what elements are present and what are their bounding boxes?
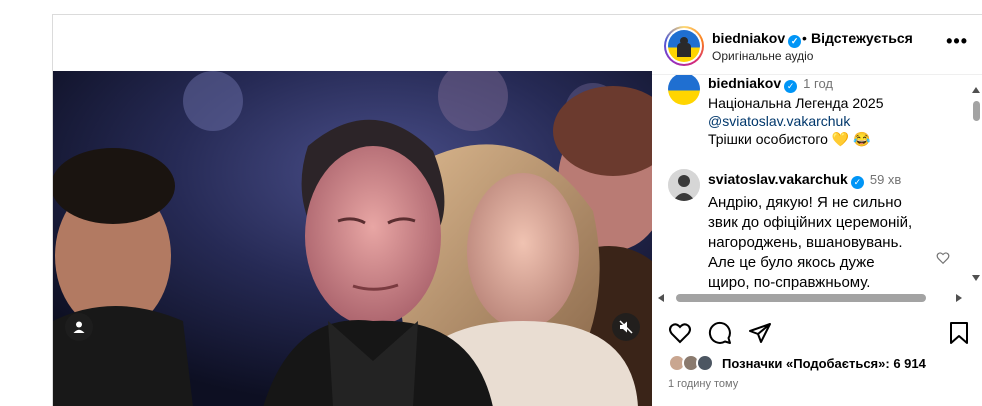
comment-avatar[interactable] [668, 169, 700, 201]
audio-link[interactable]: Оригінальне аудіо [712, 49, 813, 63]
like-icon[interactable] [668, 321, 692, 345]
vertical-scrollbar[interactable] [970, 75, 982, 293]
comment-text-line: нагороджень, вшановувань. [708, 234, 903, 251]
comment-username[interactable]: biedniakov [708, 75, 781, 91]
post-media[interactable] [52, 14, 652, 406]
author-username[interactable]: biedniakov ✓ [712, 30, 802, 48]
media-letterbox [53, 15, 652, 71]
comment-text-line: Національна Легенда 2025 [708, 95, 884, 111]
post-photo[interactable] [53, 71, 652, 406]
post-actions [652, 317, 982, 353]
mute-button[interactable] [612, 313, 640, 341]
comment-username[interactable]: sviatoslav.vakarchuk [708, 171, 848, 187]
comment-avatar[interactable] [668, 75, 700, 105]
vertical-scroll-thumb[interactable] [973, 101, 980, 121]
comment-text-line: Але це було якось дуже [708, 254, 875, 271]
horizontal-scroll-thumb[interactable] [676, 294, 926, 302]
author-avatar[interactable] [664, 26, 704, 66]
comment-icon[interactable] [708, 321, 732, 345]
verified-icon: ✓ [784, 80, 798, 93]
avatar-photo [668, 169, 700, 201]
more-options-icon[interactable]: ••• [946, 31, 968, 52]
comments-list[interactable]: biedniakov ✓ 1 год Національна Легенда 202… [652, 75, 970, 293]
comment-text-line: щиро, по-справжньому. [708, 274, 871, 291]
save-bookmark-icon[interactable] [948, 321, 970, 345]
tagged-users-button[interactable] [65, 313, 93, 341]
verified-icon: ✓ [850, 176, 864, 189]
comment-text-line: Трішки особистого 💛 😂 [708, 131, 871, 147]
photo-scene [53, 71, 652, 406]
share-icon[interactable] [748, 321, 772, 345]
comment-like-icon[interactable] [936, 251, 950, 265]
comment-text-line: Андрію, дякую! Я не сильно [708, 194, 902, 211]
reply-comment: sviatoslav.vakarchuk ✓ 59 хв Андрію, дякую… [708, 171, 912, 291]
post-sidebar: biedniakov ✓ • Відстежується Оригінальне … [652, 14, 982, 406]
likes-row[interactable]: Позначки «Подобається»: 6 914 [668, 354, 978, 376]
person-icon [73, 321, 85, 333]
comment-time[interactable]: 59 хв [870, 172, 901, 187]
mention-link[interactable]: @sviatoslav.vakarchuk [708, 113, 850, 129]
likes-count: Позначки «Подобається»: 6 914 [722, 356, 926, 371]
verified-icon: ✓ [788, 35, 802, 48]
liker-avatar [696, 354, 714, 372]
page-margin [0, 0, 52, 406]
horizontal-scrollbar[interactable] [656, 291, 966, 303]
comment-text: Андрію, дякую! Я не сильно звик до офіці… [708, 193, 958, 293]
muted-speaker-icon [619, 320, 633, 334]
following-button[interactable]: Відстежується [811, 30, 913, 46]
post-timestamp[interactable]: 1 годину тому [668, 378, 738, 390]
comment-text-line: звик до офіційних церемоній, [708, 214, 913, 231]
post-header: biedniakov ✓ • Відстежується Оригінальне … [652, 15, 982, 75]
comment-time[interactable]: 1 год [803, 76, 833, 91]
header-separator: • [802, 30, 807, 46]
